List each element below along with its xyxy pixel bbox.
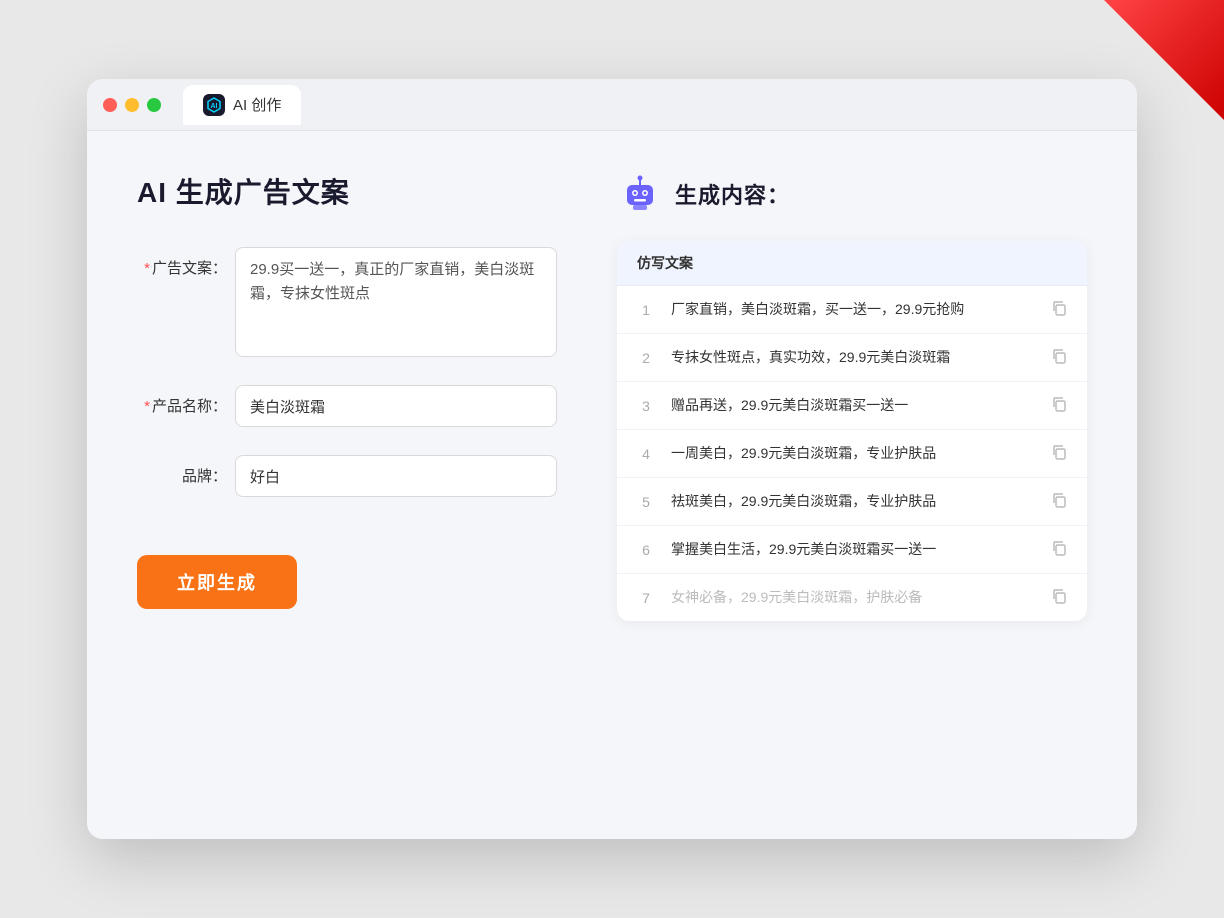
brand-input[interactable] [235, 455, 557, 497]
row-text: 祛斑美白，29.9元美白淡斑霜，专业护肤品 [671, 491, 1035, 512]
required-star-1: * [144, 260, 150, 277]
table-row: 4 一周美白，29.9元美白淡斑霜，专业护肤品 [617, 430, 1087, 478]
table-rows-container: 1 厂家直销，美白淡斑霜，买一送一，29.9元抢购 2 专抹女性斑点，真实功效，29… [617, 286, 1087, 621]
row-number: 2 [637, 350, 655, 366]
row-text: 厂家直销，美白淡斑霜，买一送一，29.9元抢购 [671, 299, 1035, 320]
right-panel: 生成内容： 仿写文案 1 厂家直销，美白淡斑霜，买一送一，29.9元抢购 2 专抹女… [617, 171, 1087, 799]
svg-text:AI: AI [211, 103, 218, 110]
copy-icon[interactable] [1051, 540, 1067, 559]
product-name-label: *产品名称： [137, 385, 227, 416]
row-number: 3 [637, 398, 655, 414]
table-row: 7 女神必备，29.9元美白淡斑霜，护肤必备 [617, 574, 1087, 621]
minimize-button[interactable] [125, 98, 139, 112]
copy-icon[interactable] [1051, 444, 1067, 463]
row-text: 女神必备，29.9元美白淡斑霜，护肤必备 [671, 587, 1035, 608]
table-row: 2 专抹女性斑点，真实功效，29.9元美白淡斑霜 [617, 334, 1087, 382]
browser-window: AI AI 创作 AI 生成广告文案 *广告文案： *产品名称： [87, 79, 1137, 839]
table-row: 5 祛斑美白，29.9元美白淡斑霜，专业护肤品 [617, 478, 1087, 526]
ad-copy-group: *广告文案： [137, 247, 557, 357]
result-table: 仿写文案 1 厂家直销，美白淡斑霜，买一送一，29.9元抢购 2 专抹女性斑点，真实… [617, 241, 1087, 621]
row-number: 7 [637, 590, 655, 606]
copy-icon[interactable] [1051, 492, 1067, 511]
ai-tab[interactable]: AI AI 创作 [183, 85, 301, 125]
table-row: 1 厂家直销，美白淡斑霜，买一送一，29.9元抢购 [617, 286, 1087, 334]
page-title: AI 生成广告文案 [137, 171, 557, 211]
ai-tab-icon: AI [203, 94, 225, 116]
table-row: 3 赠品再送，29.9元美白淡斑霜买一送一 [617, 382, 1087, 430]
row-text: 专抹女性斑点，真实功效，29.9元美白淡斑霜 [671, 347, 1035, 368]
title-bar: AI AI 创作 [87, 79, 1137, 131]
copy-icon[interactable] [1051, 300, 1067, 319]
row-number: 1 [637, 302, 655, 318]
close-button[interactable] [103, 98, 117, 112]
copy-icon[interactable] [1051, 588, 1067, 607]
brand-group: 品牌： [137, 455, 557, 497]
ad-copy-label: *广告文案： [137, 247, 227, 278]
generate-button[interactable]: 立即生成 [137, 555, 297, 609]
traffic-lights [103, 98, 161, 112]
product-name-input[interactable] [235, 385, 557, 427]
row-number: 5 [637, 494, 655, 510]
row-number: 6 [637, 542, 655, 558]
required-star-2: * [144, 398, 150, 415]
row-text: 赠品再送，29.9元美白淡斑霜买一送一 [671, 395, 1035, 416]
row-text: 一周美白，29.9元美白淡斑霜，专业护肤品 [671, 443, 1035, 464]
row-text: 掌握美白生活，29.9元美白淡斑霜买一送一 [671, 539, 1035, 560]
ad-copy-input[interactable] [235, 247, 557, 357]
left-panel: AI 生成广告文案 *广告文案： *产品名称： 品牌： 立即生成 [137, 171, 557, 799]
tab-title: AI 创作 [233, 94, 281, 115]
maximize-button[interactable] [147, 98, 161, 112]
copy-icon[interactable] [1051, 348, 1067, 367]
product-name-group: *产品名称： [137, 385, 557, 427]
main-content: AI 生成广告文案 *广告文案： *产品名称： 品牌： 立即生成 [87, 131, 1137, 839]
table-row: 6 掌握美白生活，29.9元美白淡斑霜买一送一 [617, 526, 1087, 574]
result-header: 生成内容： [617, 171, 1087, 217]
result-title: 生成内容： [675, 178, 790, 210]
copy-icon[interactable] [1051, 396, 1067, 415]
robot-icon [617, 171, 663, 217]
brand-label: 品牌： [137, 455, 227, 486]
table-header: 仿写文案 [617, 241, 1087, 286]
row-number: 4 [637, 446, 655, 462]
